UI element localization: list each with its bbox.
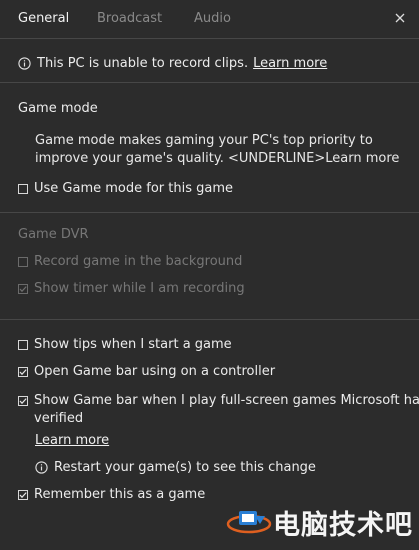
watermark: 电脑技术吧 — [225, 503, 413, 542]
remember-label: Remember this as a game — [34, 487, 206, 502]
divider — [0, 212, 419, 213]
fullscreen-label-line2: verified — [34, 411, 84, 426]
fullscreen-checkbox[interactable] — [18, 396, 28, 406]
game-mode-checkbox-label: Use Game mode for this game — [34, 181, 233, 196]
show-tips-row[interactable]: Show tips when I start a game — [18, 337, 232, 352]
show-timer-label: Show timer while I am recording — [34, 281, 245, 296]
notice-learn-more-link[interactable]: Learn more — [253, 56, 327, 71]
watermark-logo-icon — [225, 504, 273, 542]
notice-row: This PC is unable to record clips. Learn… — [18, 56, 327, 71]
divider — [0, 38, 419, 39]
controller-checkbox[interactable] — [18, 366, 28, 377]
fullscreen-row[interactable]: Show Game bar when I play full-screen ga… — [18, 392, 419, 428]
show-timer-checkbox — [18, 283, 28, 294]
game-mode-description: Game mode makes gaming your PC's top pri… — [35, 132, 405, 168]
game-mode-description-line2: improve your game's quality. <UNDERLINE>… — [35, 151, 400, 166]
record-background-checkbox — [18, 256, 28, 267]
options-learn-more-link[interactable]: Learn more — [35, 433, 109, 448]
show-tips-checkbox[interactable] — [18, 339, 28, 350]
tab-general[interactable]: General — [18, 11, 69, 26]
controller-label: Open Game bar using on a controller — [34, 364, 276, 379]
tab-audio[interactable]: Audio — [194, 11, 231, 26]
remember-checkbox[interactable] — [18, 489, 28, 500]
game-bar-settings-dialog: General Broadcast Audio This PC is unabl… — [0, 0, 419, 550]
record-background-label: Record game in the background — [34, 254, 243, 269]
divider — [0, 82, 419, 83]
restart-note-text: Restart your game(s) to see this change — [54, 460, 316, 475]
info-icon — [35, 461, 48, 474]
learn-more-row: Learn more — [35, 433, 109, 448]
close-icon[interactable] — [393, 11, 407, 25]
game-dvr-title: Game DVR — [18, 227, 89, 242]
tab-bar: General Broadcast Audio — [0, 0, 419, 38]
record-background-row: Record game in the background — [18, 254, 242, 269]
game-mode-description-line1: Game mode makes gaming your PC's top pri… — [35, 133, 373, 148]
fullscreen-label: Show Game bar when I play full-screen ga… — [34, 392, 419, 428]
restart-note-row: Restart your game(s) to see this change — [35, 460, 316, 475]
tab-broadcast[interactable]: Broadcast — [97, 11, 162, 26]
controller-row[interactable]: Open Game bar using on a controller — [18, 364, 275, 379]
fullscreen-label-line1: Show Game bar when I play full-screen ga… — [34, 393, 419, 408]
info-icon — [18, 57, 31, 70]
divider — [0, 319, 419, 320]
remember-row[interactable]: Remember this as a game — [18, 487, 205, 502]
game-mode-checkbox[interactable] — [18, 183, 28, 194]
show-timer-row: Show timer while I am recording — [18, 281, 245, 296]
game-mode-checkbox-row[interactable]: Use Game mode for this game — [18, 181, 233, 196]
game-mode-title: Game mode — [18, 101, 98, 116]
notice-text: This PC is unable to record clips. — [37, 56, 249, 71]
show-tips-label: Show tips when I start a game — [34, 337, 232, 352]
watermark-text: 电脑技术吧 — [273, 510, 413, 541]
